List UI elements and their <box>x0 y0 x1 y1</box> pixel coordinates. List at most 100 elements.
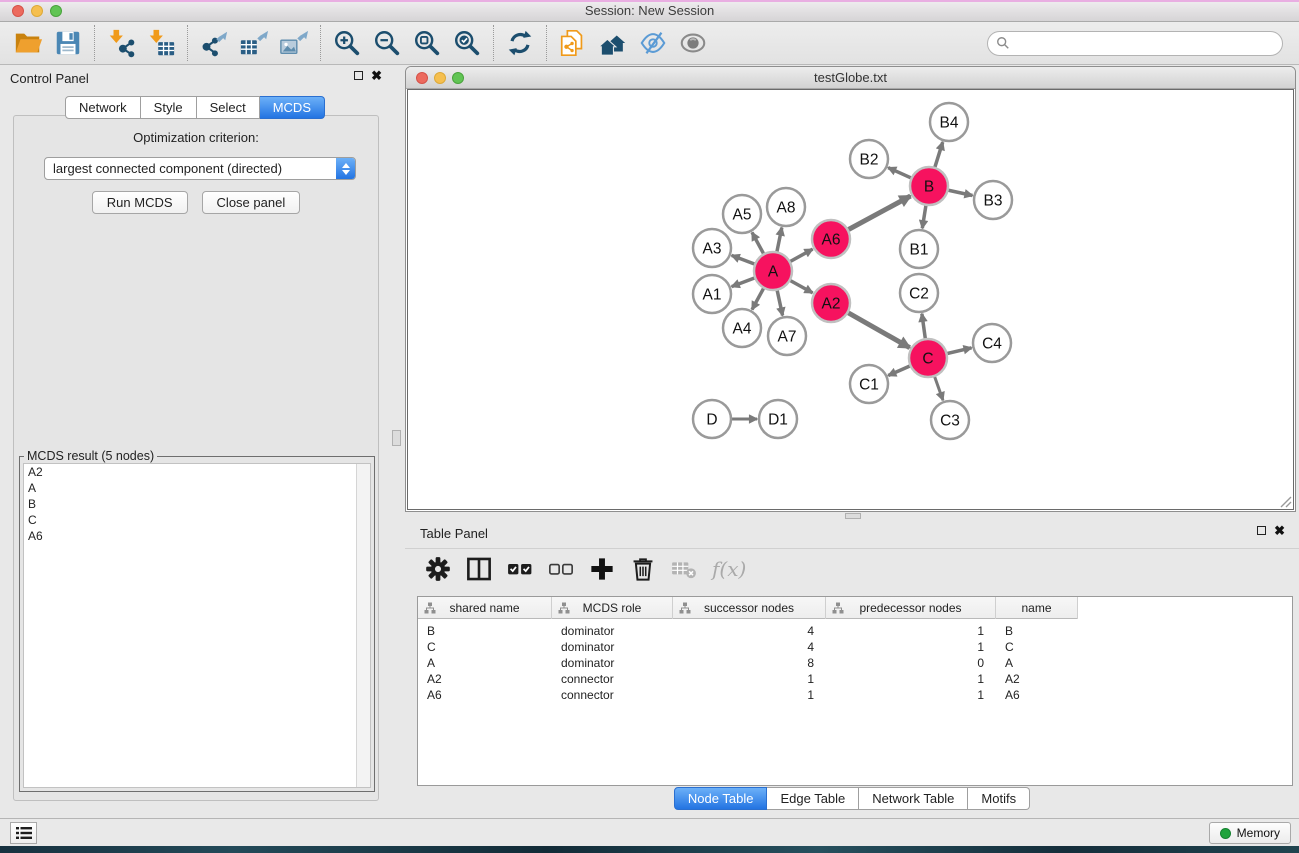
float-panel-icon[interactable] <box>1257 526 1266 535</box>
memory-button[interactable]: Memory <box>1209 822 1291 844</box>
list-icon <box>16 826 32 840</box>
hide-selection-icon[interactable] <box>633 24 673 62</box>
table-row[interactable]: C dominator 4 1 C <box>418 639 1078 655</box>
function-builder-icon-disabled: f(x) <box>712 557 746 581</box>
svg-text:D: D <box>706 411 717 428</box>
export-image-icon[interactable] <box>274 24 314 62</box>
criterion-select[interactable]: largest connected component (directed) <box>44 157 356 180</box>
column-header-successor-nodes[interactable]: successor nodes <box>673 597 826 619</box>
result-item[interactable]: A2 <box>24 464 370 480</box>
graph-node-C3[interactable]: C3 <box>931 401 969 439</box>
float-panel-icon[interactable] <box>354 71 363 80</box>
zoom-in-icon[interactable] <box>327 24 367 62</box>
toolbar-separator <box>94 25 95 61</box>
graph-node-A2[interactable]: A2 <box>812 284 850 322</box>
toolbar-separator <box>320 25 321 61</box>
tab-network[interactable]: Network <box>65 96 141 119</box>
network-canvas[interactable]: B4 B2 B B3 A8A5 A6 A3 B1 A A1 C2 A2 A4A7 C4 C C1 C3 D D1 <box>407 89 1294 510</box>
column-header-mcds-role[interactable]: MCDS role <box>552 597 673 619</box>
add-column-icon[interactable] <box>589 556 615 582</box>
tab-motifs[interactable]: Motifs <box>968 787 1030 810</box>
desktop-background <box>0 846 1299 853</box>
search-field[interactable] <box>987 31 1283 56</box>
network-view-window: testGlobe.txt B4 B2 B B3 A8A5 A6 A3 B1 A A1 C2 A2 A4… <box>405 66 1296 512</box>
svg-text:C3: C3 <box>940 412 960 429</box>
splitter-grip[interactable] <box>845 513 861 519</box>
graph-node-A7[interactable]: A7 <box>768 317 806 355</box>
open-folder-icon[interactable] <box>8 24 48 62</box>
search-input[interactable] <box>1010 33 1282 53</box>
result-item[interactable]: A <box>24 480 370 496</box>
close-panel-button[interactable]: Close panel <box>202 191 301 214</box>
network-window-titlebar[interactable]: testGlobe.txt <box>406 67 1295 89</box>
graph-node-A8[interactable]: A8 <box>767 188 805 226</box>
graph-node-B2[interactable]: B2 <box>850 140 888 178</box>
toolbar-separator <box>187 25 188 61</box>
zoom-fit-icon[interactable] <box>407 24 447 62</box>
deselect-all-checks-icon[interactable] <box>548 556 574 582</box>
graph-node-C2[interactable]: C2 <box>900 274 938 312</box>
tab-style[interactable]: Style <box>141 96 197 119</box>
table-row[interactable]: A6 connector 1 1 A6 <box>418 687 1078 703</box>
save-session-icon[interactable] <box>48 24 88 62</box>
column-header-name[interactable]: name <box>996 597 1078 619</box>
settings-gear-icon[interactable] <box>425 556 451 582</box>
import-network-icon[interactable] <box>101 24 141 62</box>
result-item[interactable]: B <box>24 496 370 512</box>
graph-node-D[interactable]: D <box>693 400 731 438</box>
tab-node-table[interactable]: Node Table <box>674 787 768 810</box>
graph-node-A[interactable]: A <box>754 252 792 290</box>
table-panel-tabs: Node Table Edge Table Network Table Moti… <box>405 787 1299 810</box>
export-network-icon[interactable] <box>194 24 234 62</box>
import-table-icon[interactable] <box>141 24 181 62</box>
tab-select[interactable]: Select <box>197 96 260 119</box>
new-network-from-selection-icon[interactable] <box>553 24 593 62</box>
result-scrollbar[interactable] <box>356 464 370 787</box>
table-row[interactable]: B dominator 4 1 B <box>418 623 1078 639</box>
first-neighbors-icon[interactable] <box>593 24 633 62</box>
graph-node-B1[interactable]: B1 <box>900 230 938 268</box>
delete-column-icon[interactable] <box>630 556 656 582</box>
close-panel-icon[interactable]: ✖ <box>1274 525 1285 536</box>
tab-network-table[interactable]: Network Table <box>859 787 968 810</box>
export-table-icon[interactable] <box>234 24 274 62</box>
tab-edge-table[interactable]: Edge Table <box>767 787 859 810</box>
zoom-out-icon[interactable] <box>367 24 407 62</box>
column-header-shared-name[interactable]: shared name <box>418 597 552 619</box>
splitter-grip[interactable] <box>392 430 401 446</box>
graph-node-A3[interactable]: A3 <box>693 229 731 267</box>
show-all-icon[interactable] <box>673 24 713 62</box>
graph-node-A6[interactable]: A6 <box>812 220 850 258</box>
mcds-result-list[interactable]: A2 A B C A6 <box>23 463 371 788</box>
svg-text:C: C <box>922 350 933 367</box>
zoom-selected-icon[interactable] <box>447 24 487 62</box>
graph-node-A1[interactable]: A1 <box>693 275 731 313</box>
network-graph[interactable]: B4 B2 B B3 A8A5 A6 A3 B1 A A1 C2 A2 A4A7 C4 C C1 C3 D D1 <box>408 90 1293 509</box>
column-header-predecessor-nodes[interactable]: predecessor nodes <box>826 597 996 619</box>
close-panel-icon[interactable]: ✖ <box>371 70 382 81</box>
tab-mcds[interactable]: MCDS <box>260 96 325 119</box>
resize-grip-icon[interactable] <box>1279 495 1292 508</box>
table-row[interactable]: A2 connector 1 1 A2 <box>418 671 1078 687</box>
graph-node-C[interactable]: C <box>909 339 947 377</box>
graph-node-A5[interactable]: A5 <box>723 195 761 233</box>
vertical-splitter[interactable] <box>390 65 405 818</box>
result-item[interactable]: A6 <box>24 528 370 544</box>
run-mcds-button[interactable]: Run MCDS <box>92 191 188 214</box>
refresh-layout-icon[interactable] <box>500 24 540 62</box>
graph-node-A4[interactable]: A4 <box>723 309 761 347</box>
graph-node-D1[interactable]: D1 <box>759 400 797 438</box>
horizontal-splitter[interactable] <box>405 512 1299 520</box>
result-item[interactable]: C <box>24 512 370 528</box>
graph-node-B3[interactable]: B3 <box>974 181 1012 219</box>
show-column-icon[interactable] <box>466 556 492 582</box>
table-row[interactable]: A dominator 8 0 A <box>418 655 1078 671</box>
main-toolbar <box>0 22 1299 65</box>
graph-node-B[interactable]: B <box>910 167 948 205</box>
select-all-checks-icon[interactable] <box>507 556 533 582</box>
graph-node-C4[interactable]: C4 <box>973 324 1011 362</box>
graph-node-C1[interactable]: C1 <box>850 365 888 403</box>
task-history-button[interactable] <box>10 822 37 844</box>
graph-node-B4[interactable]: B4 <box>930 103 968 141</box>
svg-text:B3: B3 <box>984 192 1003 209</box>
